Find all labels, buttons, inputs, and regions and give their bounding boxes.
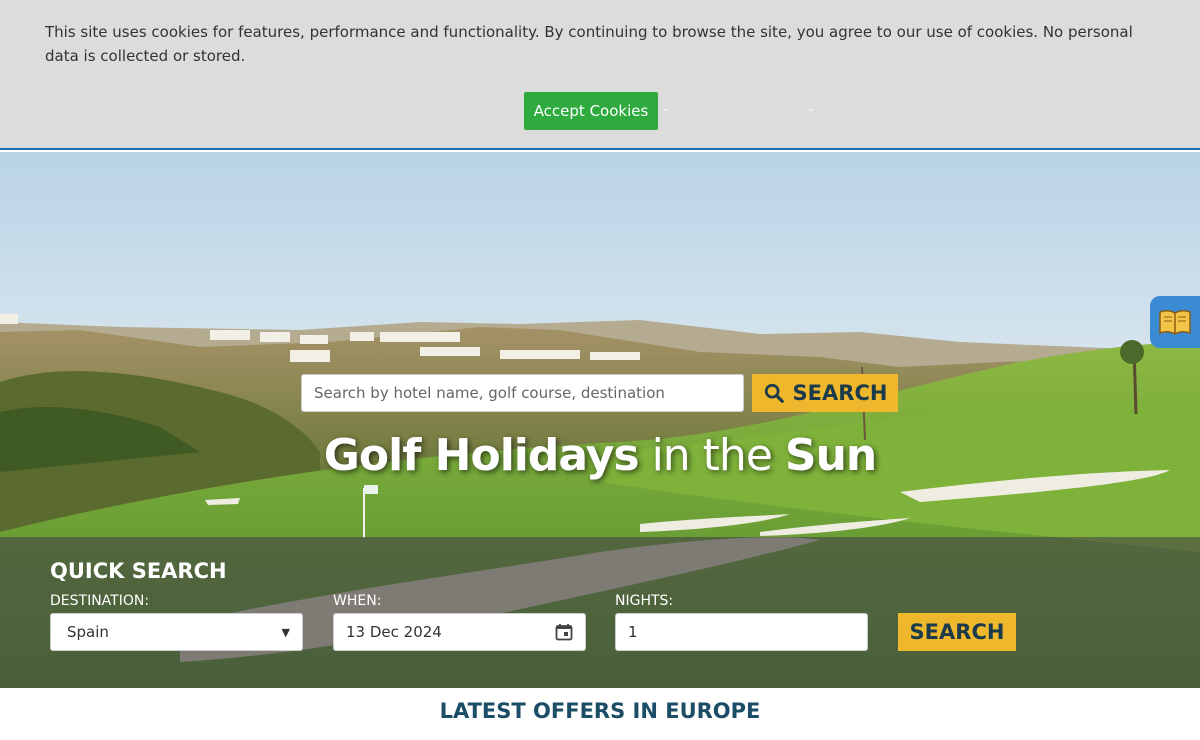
hero-title-part1: Golf Holidays [323, 430, 640, 481]
destination-label: DESTINATION: [50, 593, 150, 609]
chevron-down-icon: ⌄ [807, 103, 816, 114]
hero-title-part2: in the [638, 430, 785, 481]
quick-search-title: QUICK SEARCH [50, 559, 227, 583]
nights-input[interactable]: 1 [615, 613, 868, 651]
search-icon [764, 383, 784, 403]
hero-title: Golf Holidays in the Sun [0, 430, 1200, 481]
hotel-search-input[interactable] [301, 374, 744, 412]
nights-value: 1 [628, 623, 638, 641]
hero-search-label: SEARCH [792, 381, 888, 405]
when-label: WHEN: [333, 593, 382, 609]
accept-cookies-button[interactable]: Accept Cookies [524, 92, 658, 130]
latest-offers-heading: LATEST OFFERS IN EUROPE [439, 699, 761, 723]
book-icon [1159, 309, 1191, 335]
hero-title-part3: Sun [784, 430, 877, 481]
destination-select[interactable]: Spain ▼ [50, 613, 303, 651]
cookie-text: This site uses cookies for features, per… [45, 23, 1133, 65]
quick-search-panel: QUICK SEARCH DESTINATION: Spain ▼ WHEN: … [0, 537, 1200, 688]
brochure-tab[interactable] [1150, 296, 1200, 348]
nights-label: NIGHTS: [615, 593, 674, 609]
chevron-down-icon: ⌄ [662, 103, 671, 114]
when-value: 13 Dec 2024 [346, 623, 442, 641]
chevron-down-icon: ▼ [281, 625, 290, 639]
calendar-icon[interactable] [555, 623, 573, 641]
quick-search-button[interactable]: SEARCH [898, 613, 1016, 651]
when-date-input[interactable]: 13 Dec 2024 [333, 613, 586, 651]
hero-search-button[interactable]: SEARCH [752, 374, 898, 412]
destination-value: Spain [67, 623, 109, 641]
cookie-banner: This site uses cookies for features, per… [0, 0, 1200, 150]
hero-section: SEARCH Golf Holidays in the Sun QUICK SE… [0, 152, 1200, 688]
